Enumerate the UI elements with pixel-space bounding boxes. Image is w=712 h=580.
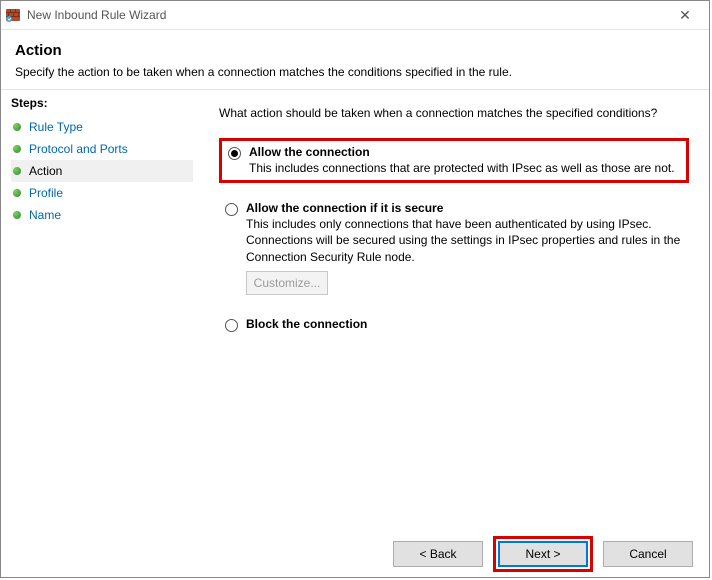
step-rule-type[interactable]: Rule Type — [11, 116, 193, 138]
body-section: Steps: Rule Type Protocol and Ports Acti… — [1, 89, 709, 531]
window-title: New Inbound Rule Wizard — [27, 8, 665, 22]
page-title: Action — [15, 42, 695, 59]
option-title: Allow the connection if it is secure — [246, 201, 443, 215]
content-panel: What action should be taken when a conne… — [193, 90, 709, 531]
page-subtitle: Specify the action to be taken when a co… — [15, 65, 695, 79]
bullet-icon — [13, 167, 21, 175]
option-desc: This includes connections that are prote… — [249, 160, 680, 176]
option-title: Allow the connection — [249, 145, 370, 159]
radio-secure[interactable] — [225, 203, 238, 216]
step-label: Rule Type — [29, 120, 83, 134]
step-protocol-ports[interactable]: Protocol and Ports — [11, 138, 193, 160]
radio-allow[interactable] — [228, 147, 241, 160]
option-allow-secure[interactable]: Allow the connection if it is secure Thi… — [219, 197, 689, 299]
prompt-text: What action should be taken when a conne… — [219, 106, 689, 120]
step-label: Profile — [29, 186, 63, 200]
cancel-button[interactable]: Cancel — [603, 541, 693, 567]
wizard-window: New Inbound Rule Wizard ✕ Action Specify… — [0, 0, 710, 578]
bullet-icon — [13, 123, 21, 131]
bullet-icon — [13, 211, 21, 219]
titlebar: New Inbound Rule Wizard ✕ — [1, 1, 709, 30]
customize-button: Customize... — [246, 271, 328, 295]
firewall-icon — [5, 7, 21, 23]
option-block-connection[interactable]: Block the connection — [219, 313, 689, 336]
bullet-icon — [13, 145, 21, 153]
step-name[interactable]: Name — [11, 204, 193, 226]
option-title: Block the connection — [246, 317, 367, 331]
step-profile[interactable]: Profile — [11, 182, 193, 204]
next-button-highlight: Next > — [493, 536, 593, 572]
step-label: Protocol and Ports — [29, 142, 128, 156]
step-action[interactable]: Action — [11, 160, 193, 182]
back-button[interactable]: < Back — [393, 541, 483, 567]
radio-block[interactable] — [225, 319, 238, 332]
steps-title: Steps: — [11, 96, 193, 110]
step-label: Action — [29, 164, 62, 178]
option-allow-connection[interactable]: Allow the connection This includes conne… — [219, 138, 689, 183]
footer: < Back Next > Cancel — [1, 531, 709, 577]
steps-panel: Steps: Rule Type Protocol and Ports Acti… — [1, 90, 193, 531]
header-section: Action Specify the action to be taken wh… — [1, 30, 709, 89]
option-desc: This includes only connections that have… — [246, 216, 683, 265]
next-button[interactable]: Next > — [498, 541, 588, 567]
step-label: Name — [29, 208, 61, 222]
close-icon[interactable]: ✕ — [665, 7, 705, 24]
action-options: Allow the connection This includes conne… — [219, 138, 689, 336]
bullet-icon — [13, 189, 21, 197]
